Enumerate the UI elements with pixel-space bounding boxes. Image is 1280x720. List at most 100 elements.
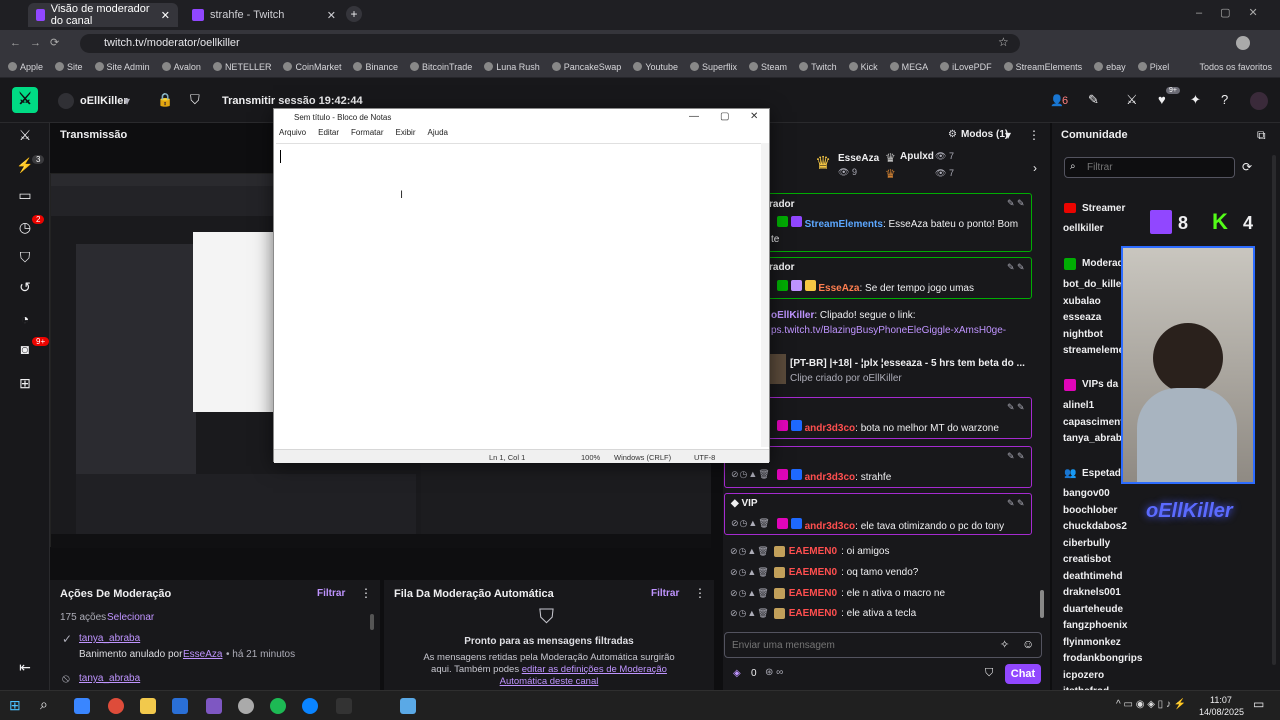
message-actions-icon[interactable]: ✎ ✎ bbox=[1007, 451, 1025, 462]
shield-icon[interactable]: ⛉ bbox=[985, 667, 993, 680]
new-tab-icon[interactable]: + bbox=[346, 6, 362, 22]
community-user[interactable]: ciberbully bbox=[1063, 538, 1110, 549]
automod-settings-link[interactable]: editar as definições de Moderação Automá… bbox=[500, 664, 667, 687]
community-user[interactable]: esseaza bbox=[1063, 312, 1101, 323]
notepad-menu-item[interactable]: Ajuda bbox=[428, 128, 448, 142]
community-user[interactable]: oellkiller bbox=[1063, 223, 1104, 234]
chat-user[interactable]: oEllKiller bbox=[771, 310, 814, 321]
mod-tools-icon[interactable]: ⊘◷▲🗑 bbox=[731, 469, 771, 480]
community-user[interactable]: xubalao bbox=[1063, 296, 1101, 307]
bookmark-item[interactable]: Apple bbox=[8, 62, 43, 72]
bookmark-item[interactable]: MEGA bbox=[889, 62, 928, 72]
magic-icon[interactable]: ✦ bbox=[1190, 92, 1201, 108]
url-field[interactable]: twitch.tv/moderator/oellkiller bbox=[80, 34, 1020, 53]
shield-icon[interactable]: ⛉ bbox=[16, 249, 34, 267]
bookmark-item[interactable]: Luna Rush bbox=[484, 62, 540, 72]
windows-start-icon[interactable]: ⊞ bbox=[9, 697, 21, 714]
shield-icon[interactable]: ⛉ bbox=[190, 92, 200, 108]
chat-user[interactable]: EAEMEN0 bbox=[789, 588, 837, 599]
chat-user[interactable]: EAEMEN0 bbox=[789, 546, 837, 557]
community-user[interactable]: boochlober bbox=[1063, 505, 1117, 516]
chat-scrollbar[interactable] bbox=[1040, 590, 1044, 618]
bookmark-item[interactable]: CoinMarket bbox=[283, 62, 341, 72]
mod-tools-icon[interactable]: ⊘◷▲🗑 bbox=[730, 567, 770, 578]
community-user[interactable]: alinel1 bbox=[1063, 400, 1094, 411]
maximize-icon[interactable]: ▢ bbox=[720, 111, 729, 122]
notepad-menu-item[interactable]: Formatar bbox=[351, 128, 383, 142]
bookmark-item[interactable]: BitcoinTrade bbox=[410, 62, 472, 72]
notification-icon[interactable]: ▭ bbox=[1253, 697, 1264, 711]
community-user[interactable]: icpozero bbox=[1063, 670, 1104, 681]
community-user[interactable]: fangzphoenix bbox=[1063, 620, 1127, 631]
chat-send-button[interactable]: Chat bbox=[1005, 664, 1041, 684]
clock-icon[interactable]: ◷ bbox=[16, 219, 34, 237]
modes-button[interactable]: Modos (1) bbox=[961, 129, 1008, 140]
leader-name[interactable]: Apulxd bbox=[900, 151, 934, 162]
chat-input[interactable] bbox=[724, 632, 1042, 658]
community-user[interactable]: deathtimehd bbox=[1063, 571, 1122, 582]
select-link[interactable]: Selecionar bbox=[107, 612, 154, 623]
lock-icon[interactable]: 🔒 bbox=[157, 92, 173, 108]
file-explorer-icon[interactable] bbox=[140, 698, 156, 714]
mail-icon[interactable] bbox=[172, 698, 188, 714]
message-actions-icon[interactable]: ✎ ✎ bbox=[1007, 498, 1025, 509]
bookmark-item[interactable]: NETELLER bbox=[212, 62, 271, 72]
popout-icon[interactable]: ⧉ bbox=[1257, 128, 1266, 143]
chevron-right-icon[interactable]: › bbox=[1033, 161, 1037, 175]
bookmark-item[interactable]: Youtube bbox=[633, 62, 678, 72]
community-user[interactable]: chuckdabos2 bbox=[1063, 521, 1127, 532]
bookmark-item[interactable]: StreamElements bbox=[1003, 62, 1082, 72]
message-actions-icon[interactable]: ✎ ✎ bbox=[1007, 402, 1025, 413]
notepad-window[interactable]: Sem título - Bloco de Notas — ▢ ✕ Arquiv… bbox=[273, 108, 770, 463]
channel-name[interactable]: oEllKiller bbox=[80, 95, 128, 107]
bookmark-item[interactable]: Kick bbox=[848, 62, 878, 72]
hype-icon[interactable]: ⊛ ∞ bbox=[765, 667, 783, 678]
tab-strahfe[interactable]: strahfe - Twitch ✕ bbox=[184, 3, 344, 27]
activity-icon[interactable]: ⊞ bbox=[16, 375, 34, 393]
notepad-menu-item[interactable]: Editar bbox=[318, 128, 339, 142]
refresh-icon[interactable]: ⟳ bbox=[1242, 160, 1252, 174]
action-user[interactable]: tanya_abraba bbox=[79, 673, 140, 684]
filter-button[interactable]: Filtrar bbox=[317, 588, 345, 599]
community-user[interactable]: streameleme bbox=[1063, 345, 1124, 356]
minimize-icon[interactable]: — bbox=[689, 111, 699, 122]
notepad-scrollbar[interactable] bbox=[761, 143, 769, 447]
heart-icon[interactable]: ♥ bbox=[1158, 92, 1166, 107]
community-user[interactable]: bot_do_killer bbox=[1063, 279, 1125, 290]
clip-thumbnail[interactable] bbox=[768, 354, 786, 384]
community-filter-input[interactable] bbox=[1064, 157, 1235, 178]
community-user[interactable]: duarteheude bbox=[1063, 604, 1123, 615]
more-icon[interactable]: ⋮ bbox=[1028, 128, 1040, 142]
bookmark-item[interactable]: Avalon bbox=[161, 62, 201, 72]
bookmark-item[interactable]: Twitch bbox=[799, 62, 837, 72]
notepad-menu-item[interactable]: Arquivo bbox=[279, 128, 306, 142]
bookmark-item[interactable]: ebay bbox=[1094, 62, 1126, 72]
chat-user[interactable]: StreamElements bbox=[805, 219, 883, 230]
notepad-taskbar-icon[interactable] bbox=[400, 698, 416, 714]
copilot-icon[interactable] bbox=[74, 698, 90, 714]
close-icon[interactable]: ✕ bbox=[327, 9, 336, 22]
chat-user[interactable]: EsseAza bbox=[818, 283, 859, 294]
star-icon[interactable]: ☆ bbox=[998, 35, 1009, 49]
chat-user[interactable]: andr3d3co bbox=[805, 423, 856, 434]
mod-sword-icon[interactable]: ⚔ bbox=[12, 87, 38, 113]
exit-icon[interactable]: ⇤ bbox=[16, 659, 34, 677]
community-user[interactable]: nightbot bbox=[1063, 329, 1103, 340]
community-user[interactable]: bangov00 bbox=[1063, 488, 1110, 499]
emote-effect-icon[interactable]: ✧ bbox=[1000, 638, 1009, 651]
chat-icon[interactable]: ▭ bbox=[16, 187, 34, 205]
spotify-icon[interactable] bbox=[270, 698, 286, 714]
bookmark-item[interactable]: Binance bbox=[353, 62, 398, 72]
chat-user[interactable]: andr3d3co bbox=[805, 472, 856, 483]
more-icon[interactable]: ⋮ bbox=[360, 586, 372, 600]
app-icon[interactable] bbox=[336, 698, 352, 714]
clip-title[interactable]: [PT-BR] |+18| - ¦plx ¦esseaza - 5 hrs te… bbox=[790, 358, 1025, 369]
user-avatar[interactable] bbox=[1250, 92, 1268, 110]
lock-icon[interactable]: ◔ bbox=[16, 311, 34, 329]
chat-user[interactable]: EAEMEN0 bbox=[789, 608, 837, 619]
more-icon[interactable]: ⋮ bbox=[694, 586, 706, 600]
community-user[interactable]: tanya_abrab bbox=[1063, 433, 1122, 444]
bookmark-item[interactable]: Site Admin bbox=[94, 62, 150, 72]
chat-user[interactable]: EAEMEN0 bbox=[789, 567, 837, 578]
edit-icon[interactable]: ✎ bbox=[1088, 92, 1099, 108]
